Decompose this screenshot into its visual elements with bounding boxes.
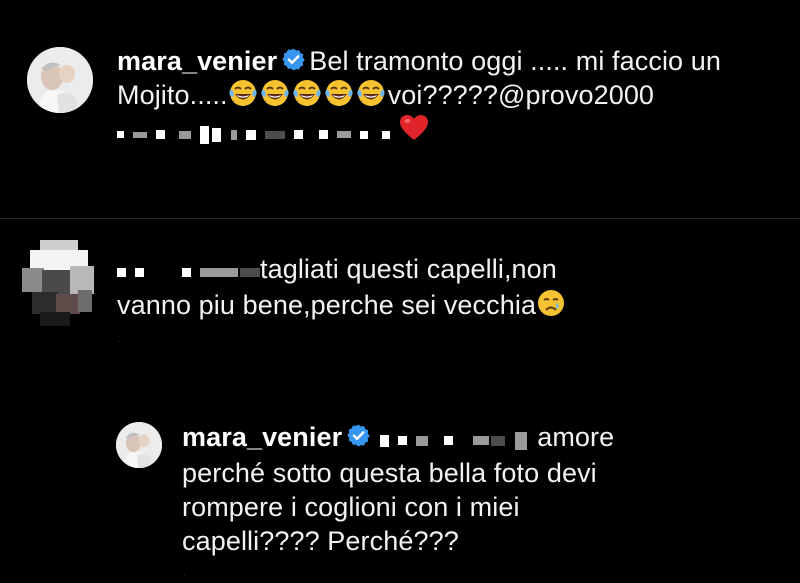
face-with-tears-of-joy-icon xyxy=(292,78,322,108)
author-avatar[interactable] xyxy=(27,47,93,113)
reply-meta-faint: · xyxy=(182,566,187,582)
author-avatar-photo xyxy=(27,47,93,113)
laughing-emoji-group xyxy=(228,80,388,110)
caption-text-line2-end: voi?????@provo2000 xyxy=(387,80,655,110)
crying-face-icon xyxy=(536,288,566,318)
censored-text xyxy=(117,116,399,150)
comment-meta-faint: · xyxy=(117,332,122,348)
verified-badge-icon xyxy=(346,423,371,448)
reply-author-avatar-photo xyxy=(116,422,162,468)
caption-comment: mara_venier Bel tramonto oggi ..... mi fa… xyxy=(117,44,787,150)
comment-divider xyxy=(0,218,800,219)
author-username[interactable]: mara_venier xyxy=(117,46,277,76)
censored-mention xyxy=(380,422,528,456)
reply-text-line1: amore xyxy=(537,422,615,452)
censored-username xyxy=(117,254,260,288)
follower-comment: tagliati questi capelli,non vanno piu be… xyxy=(117,252,787,322)
reply-text-line2: perché sotto questa bella foto devi xyxy=(182,457,597,488)
red-heart-emoji xyxy=(399,113,429,143)
reply-author-username[interactable]: mara_venier xyxy=(182,422,342,452)
follower-comment-line2: vanno piu bene,perche sei vecchia xyxy=(117,289,537,320)
face-with-tears-of-joy-icon xyxy=(324,78,354,108)
caption-text-line2-start: Mojito..... xyxy=(117,80,228,110)
follower-comment-line1: tagliati questi capelli,non xyxy=(260,254,557,284)
comments-screen: { "post_comment": { "username": "mara_ve… xyxy=(0,0,800,583)
reply-text-line3: rompere i coglioni con i miei xyxy=(182,491,520,522)
reply-comment: mara_venier amore perché sotto questa be… xyxy=(182,420,792,558)
face-with-tears-of-joy-icon xyxy=(260,78,290,108)
caption-text-part1: Bel tramonto oggi ..... mi faccio un xyxy=(309,46,722,76)
face-with-tears-of-joy-icon xyxy=(356,78,386,108)
reply-text-line4: capelli???? Perché??? xyxy=(182,525,459,556)
verified-badge-icon xyxy=(281,47,306,72)
reply-author-avatar[interactable] xyxy=(116,422,162,468)
face-with-tears-of-joy-icon xyxy=(228,78,258,108)
commenter-avatar-pixelated[interactable] xyxy=(22,240,94,328)
